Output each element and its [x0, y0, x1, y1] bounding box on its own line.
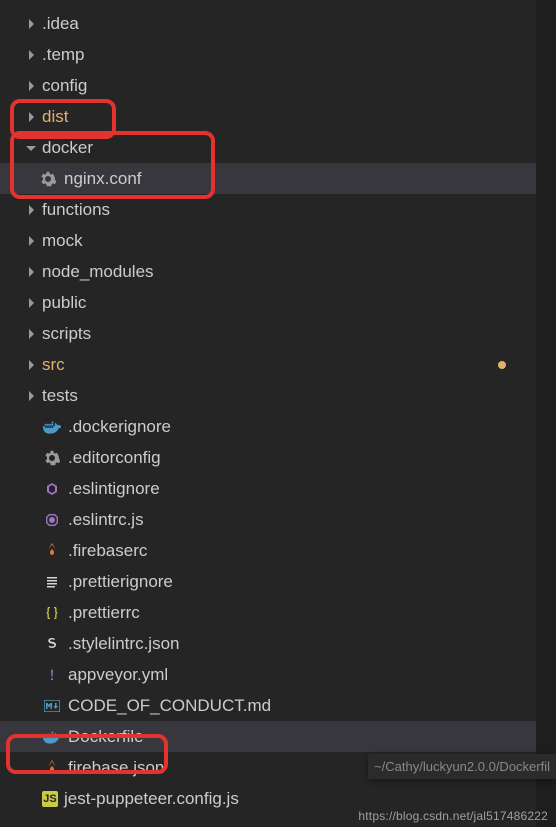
- watermark-text: https://blog.csdn.net/jal517486222: [358, 809, 548, 823]
- chevron-right-icon: [22, 232, 40, 250]
- chevron-down-icon: [22, 139, 40, 157]
- folder-label: config: [42, 76, 87, 96]
- file-label: jest-puppeteer.config.js: [64, 789, 239, 809]
- folder-label: node_modules: [42, 262, 154, 282]
- firebase-icon: [42, 758, 62, 778]
- folder-tests[interactable]: tests: [0, 380, 536, 411]
- braces-icon: [42, 603, 62, 623]
- file-editorconfig[interactable]: .editorconfig: [0, 442, 536, 473]
- file-label: .eslintrc.js: [68, 510, 144, 530]
- folder-label: dist: [42, 107, 68, 127]
- file-label: .prettierignore: [68, 572, 173, 592]
- gear-icon: [42, 448, 62, 468]
- folder-label: .idea: [42, 14, 79, 34]
- folder-label: docker: [42, 138, 93, 158]
- folder-public[interactable]: public: [0, 287, 536, 318]
- folder-label: mock: [42, 231, 83, 251]
- chevron-right-icon: [22, 15, 40, 33]
- folder-idea[interactable]: .idea: [0, 8, 536, 39]
- file-label: Dockerfile: [68, 727, 144, 747]
- folder-mock[interactable]: mock: [0, 225, 536, 256]
- file-label: .editorconfig: [68, 448, 161, 468]
- chevron-right-icon: [22, 263, 40, 281]
- folder-label: .temp: [42, 45, 85, 65]
- file-code-of-conduct[interactable]: CODE_OF_CONDUCT.md: [0, 690, 536, 721]
- chevron-right-icon: [22, 108, 40, 126]
- folder-config[interactable]: config: [0, 70, 536, 101]
- docker-icon: [42, 727, 62, 747]
- chevron-right-icon: [22, 294, 40, 312]
- folder-label: scripts: [42, 324, 91, 344]
- markdown-icon: [42, 696, 62, 716]
- file-explorer[interactable]: .idea .temp config dist docker nginx.con…: [0, 0, 536, 827]
- folder-label: tests: [42, 386, 78, 406]
- file-label: nginx.conf: [64, 169, 142, 189]
- file-label: .dockerignore: [68, 417, 171, 437]
- file-label: .firebaserc: [68, 541, 147, 561]
- file-label: .stylelintrc.json: [68, 634, 179, 654]
- folder-functions[interactable]: functions: [0, 194, 536, 225]
- file-prettierrc[interactable]: .prettierrc: [0, 597, 536, 628]
- file-dockerfile[interactable]: Dockerfile: [0, 721, 536, 752]
- folder-scripts[interactable]: scripts: [0, 318, 536, 349]
- lines-icon: [42, 572, 62, 592]
- file-firebaserc[interactable]: .firebaserc: [0, 535, 536, 566]
- folder-dist[interactable]: dist: [0, 101, 536, 132]
- modified-indicator-icon: [498, 361, 506, 369]
- file-label: appveyor.yml: [68, 665, 168, 685]
- exclamation-icon: [42, 665, 62, 685]
- docker-icon: [42, 417, 62, 437]
- chevron-right-icon: [22, 325, 40, 343]
- file-nginx-conf[interactable]: nginx.conf: [0, 163, 536, 194]
- js-icon: JS: [42, 791, 58, 807]
- file-label: .eslintignore: [68, 479, 160, 499]
- file-prettierignore[interactable]: .prettierignore: [0, 566, 536, 597]
- firebase-icon: [42, 541, 62, 561]
- folder-docker[interactable]: docker: [0, 132, 536, 163]
- folder-temp[interactable]: .temp: [0, 39, 536, 70]
- folder-label: functions: [42, 200, 110, 220]
- folder-label: public: [42, 293, 86, 313]
- chevron-right-icon: [22, 77, 40, 95]
- file-appveyor-yml[interactable]: appveyor.yml: [0, 659, 536, 690]
- folder-node-modules[interactable]: node_modules: [0, 256, 536, 287]
- file-label: CODE_OF_CONDUCT.md: [68, 696, 271, 716]
- stylelint-icon: [42, 634, 62, 654]
- chevron-right-icon: [22, 387, 40, 405]
- eslint-octagon-icon: [42, 510, 62, 530]
- file-label: firebase.json: [68, 758, 164, 778]
- file-stylelintrc-json[interactable]: .stylelintrc.json: [0, 628, 536, 659]
- file-dockerignore[interactable]: .dockerignore: [0, 411, 536, 442]
- file-label: .prettierrc: [68, 603, 140, 623]
- chevron-right-icon: [22, 46, 40, 64]
- breadcrumb-path: ~/Cathy/luckyun2.0.0/Dockerfil: [368, 754, 556, 779]
- chevron-right-icon: [22, 356, 40, 374]
- eslint-icon: [42, 479, 62, 499]
- gear-icon: [38, 169, 58, 189]
- folder-src[interactable]: src: [0, 349, 536, 380]
- file-eslintrc-js[interactable]: .eslintrc.js: [0, 504, 536, 535]
- chevron-right-icon: [22, 201, 40, 219]
- file-eslintignore[interactable]: .eslintignore: [0, 473, 536, 504]
- folder-label: src: [42, 355, 65, 375]
